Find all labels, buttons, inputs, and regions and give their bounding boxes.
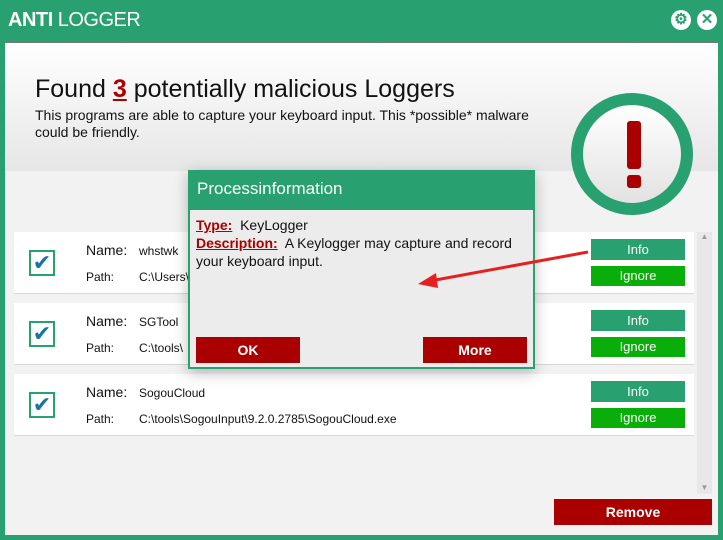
scrollbar[interactable]: ▲ ▼: [697, 232, 712, 494]
close-icon[interactable]: ✕: [697, 10, 717, 30]
found-prefix: Found: [35, 75, 106, 103]
app-title-bold: ANTI: [8, 9, 53, 31]
description-label: Description:: [196, 235, 278, 251]
logger-count: 3: [112, 75, 127, 103]
gear-icon[interactable]: ⚙: [671, 10, 691, 30]
remove-button[interactable]: Remove: [554, 499, 712, 525]
ignore-button[interactable]: Ignore: [591, 408, 685, 428]
ok-button[interactable]: OK: [196, 337, 300, 363]
page-title: Found 3 potentially malicious Loggers: [35, 75, 455, 104]
more-button[interactable]: More: [423, 337, 527, 363]
scroll-down-icon[interactable]: ▼: [697, 483, 712, 492]
app-title-rest: LOGGER: [57, 9, 141, 31]
title-bar: ANTI LOGGER ⚙ ✕: [0, 0, 723, 41]
item-name: SGTool: [139, 315, 179, 329]
found-suffix: potentially malicious Loggers: [133, 75, 455, 103]
subtitle: This programs are able to capture your k…: [35, 107, 529, 140]
type-value: KeyLogger: [240, 217, 308, 233]
exclamation-bar: [627, 121, 641, 169]
item-path: C:\tools\SogouInput\9.2.0.2785\SogouClou…: [139, 412, 397, 426]
process-info-dialog: Processinformation Type: KeyLogger Descr…: [188, 170, 535, 369]
exclamation-dot: [627, 175, 641, 188]
item-name: whstwk: [139, 244, 179, 258]
item-checkbox[interactable]: ✔: [29, 392, 55, 418]
info-button[interactable]: Info: [591, 239, 685, 260]
name-label: Name:: [86, 242, 128, 258]
info-button[interactable]: Info: [591, 310, 685, 331]
ignore-button[interactable]: Ignore: [591, 337, 685, 357]
exclamation-icon: [571, 93, 693, 215]
info-button[interactable]: Info: [591, 381, 685, 402]
path-label: Path:: [86, 270, 115, 284]
name-label: Name:: [86, 313, 128, 329]
item-name: SogouCloud: [139, 386, 206, 400]
item-checkbox[interactable]: ✔: [29, 250, 55, 276]
app-title: ANTI LOGGER: [8, 9, 141, 32]
name-label: Name:: [86, 384, 128, 400]
item-path: C:\tools\: [139, 341, 184, 355]
type-label: Type:: [196, 217, 233, 233]
list-item: ✔ Name: SogouCloud Path: C:\tools\SogouI…: [14, 374, 694, 436]
scroll-up-icon[interactable]: ▲: [697, 232, 712, 241]
path-label: Path:: [86, 341, 115, 355]
ignore-button[interactable]: Ignore: [591, 266, 685, 286]
item-checkbox[interactable]: ✔: [29, 321, 55, 347]
path-label: Path:: [86, 412, 115, 426]
dialog-title: Processinformation: [190, 172, 533, 210]
item-path: C:\Users\: [139, 270, 190, 284]
dialog-body: Type: KeyLogger Description: A Keylogger…: [196, 216, 526, 270]
